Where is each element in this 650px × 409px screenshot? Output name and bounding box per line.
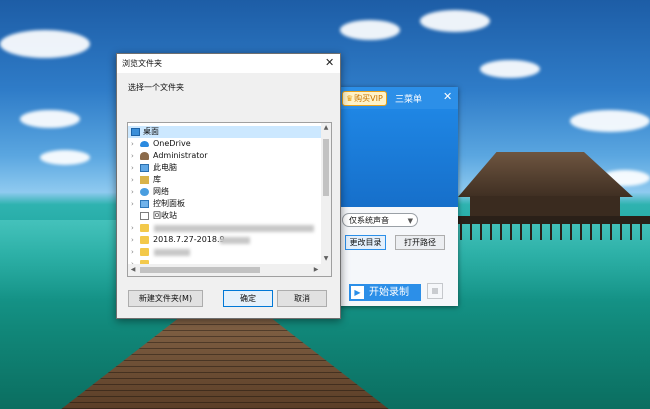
audio-source-value: 仅系统声音	[349, 216, 389, 225]
redacted-text	[154, 225, 314, 232]
tree-item-desktop[interactable]: 桌面	[128, 126, 322, 138]
chevron-right-icon[interactable]: ›	[131, 198, 134, 210]
cloud	[40, 150, 90, 165]
scroll-up-icon[interactable]: ▲	[321, 123, 331, 133]
redacted-text	[220, 237, 250, 244]
scrollbar-corner	[321, 264, 331, 276]
hut-roof	[458, 152, 633, 197]
folder-icon	[140, 236, 149, 244]
cloud	[480, 60, 540, 78]
pier	[458, 216, 650, 224]
start-recording-label: 开始录制	[369, 287, 409, 298]
chevron-right-icon[interactable]: ›	[131, 150, 134, 162]
chevron-right-icon[interactable]: ›	[131, 234, 134, 246]
browse-folder-dialog: 浏览文件夹 ✕ 选择一个文件夹 桌面 › OneDrive › Administ…	[116, 53, 341, 319]
chevron-right-icon[interactable]: ›	[131, 186, 134, 198]
cancel-button[interactable]: 取消	[277, 290, 327, 307]
close-icon[interactable]: ✕	[443, 91, 452, 103]
tree-item-this-pc[interactable]: › 此电脑	[128, 162, 322, 174]
new-folder-button[interactable]: 新建文件夹(M)	[128, 290, 203, 307]
cloud	[420, 10, 490, 32]
scroll-down-icon[interactable]: ▼	[321, 254, 331, 264]
tree-item-folder[interactable]: ›	[128, 222, 322, 234]
tree-item-folder[interactable]: ›	[128, 246, 322, 258]
tree-item-label: OneDrive	[153, 139, 191, 148]
ok-button[interactable]: 确定	[223, 290, 273, 307]
cloud	[0, 30, 90, 58]
scroll-right-icon[interactable]: ▶	[311, 264, 321, 276]
tree-item-label: 库	[153, 175, 161, 184]
folder-tree[interactable]: 桌面 › OneDrive › Administrator › 此电脑 › 库 …	[127, 122, 332, 277]
tree-item-control-panel[interactable]: › 控制面板	[128, 198, 322, 210]
tree-item-label: Administrator	[153, 151, 208, 160]
buy-vip-button[interactable]: ♛购买VIP	[342, 91, 387, 106]
scrollbar-thumb[interactable]	[323, 139, 329, 196]
tree-item-label: 此电脑	[153, 163, 177, 172]
tree-item-label: 2018.7.27-2018.9	[153, 235, 225, 244]
chevron-down-icon: ▼	[407, 217, 413, 225]
chevron-right-icon[interactable]: ›	[131, 222, 134, 234]
vip-label: 购买VIP	[354, 94, 383, 103]
tree-item-recycle-bin[interactable]: 回收站	[128, 210, 322, 222]
screen-recorder-window: ♛购买VIP 三菜单 ✕ 仅系统声音 ▼ 更改目录 打开路径 ▶ 开始录制	[337, 87, 458, 306]
open-path-button[interactable]: 打开路径	[395, 235, 445, 250]
hut-body	[470, 196, 620, 218]
folder-icon	[140, 224, 149, 232]
chevron-right-icon[interactable]: ›	[131, 138, 134, 150]
dialog-instruction: 选择一个文件夹	[128, 83, 184, 92]
recycle-bin-icon	[140, 212, 149, 220]
control-panel-icon	[140, 200, 149, 208]
computer-icon	[140, 164, 149, 172]
tree-item-administrator[interactable]: › Administrator	[128, 150, 322, 162]
chevron-right-icon[interactable]: ›	[131, 246, 134, 258]
cloud	[20, 110, 80, 128]
stop-icon	[432, 288, 438, 294]
crown-icon: ♛	[346, 94, 354, 103]
tree-item-label: 网络	[153, 187, 169, 196]
tree-item-label: 控制面板	[153, 199, 185, 208]
library-icon	[140, 176, 149, 184]
tree-item-label: 回收站	[153, 211, 177, 220]
stop-recording-button[interactable]	[427, 283, 443, 299]
menu-button[interactable]: 三菜单	[395, 92, 422, 105]
tree-item-label: 桌面	[143, 127, 159, 136]
vertical-scrollbar[interactable]: ▲ ▼	[321, 123, 331, 264]
cloud	[340, 20, 400, 40]
dialog-titlebar: 浏览文件夹 ✕	[117, 54, 340, 73]
start-recording-button[interactable]: ▶ 开始录制	[349, 284, 421, 301]
dialog-title: 浏览文件夹	[122, 59, 162, 68]
audio-source-select[interactable]: 仅系统声音 ▼	[342, 213, 418, 227]
tree-item-network[interactable]: › 网络	[128, 186, 322, 198]
close-icon[interactable]: ✕	[325, 56, 334, 69]
tree-item-library[interactable]: › 库	[128, 174, 322, 186]
redacted-text	[154, 249, 190, 256]
user-icon	[140, 152, 149, 160]
change-directory-button[interactable]: 更改目录	[345, 235, 386, 250]
recorder-titlebar: ♛购买VIP 三菜单 ✕	[337, 87, 458, 109]
recorder-preview-area	[337, 109, 458, 207]
scrollbar-thumb[interactable]	[140, 267, 260, 273]
network-icon	[140, 188, 149, 196]
chevron-right-icon[interactable]: ›	[131, 162, 134, 174]
horizontal-scrollbar[interactable]: ◀ ▶	[128, 264, 321, 276]
play-icon: ▶	[351, 286, 364, 299]
cloud	[570, 110, 650, 132]
onedrive-cloud-icon	[140, 141, 149, 147]
desktop-icon	[131, 128, 140, 136]
scroll-left-icon[interactable]: ◀	[128, 264, 138, 276]
folder-icon	[140, 248, 149, 256]
chevron-right-icon[interactable]: ›	[131, 174, 134, 186]
pier-legs	[460, 224, 650, 240]
tree-item-onedrive[interactable]: › OneDrive	[128, 138, 322, 150]
tree-item-folder[interactable]: › 2018.7.27-2018.9	[128, 234, 322, 246]
